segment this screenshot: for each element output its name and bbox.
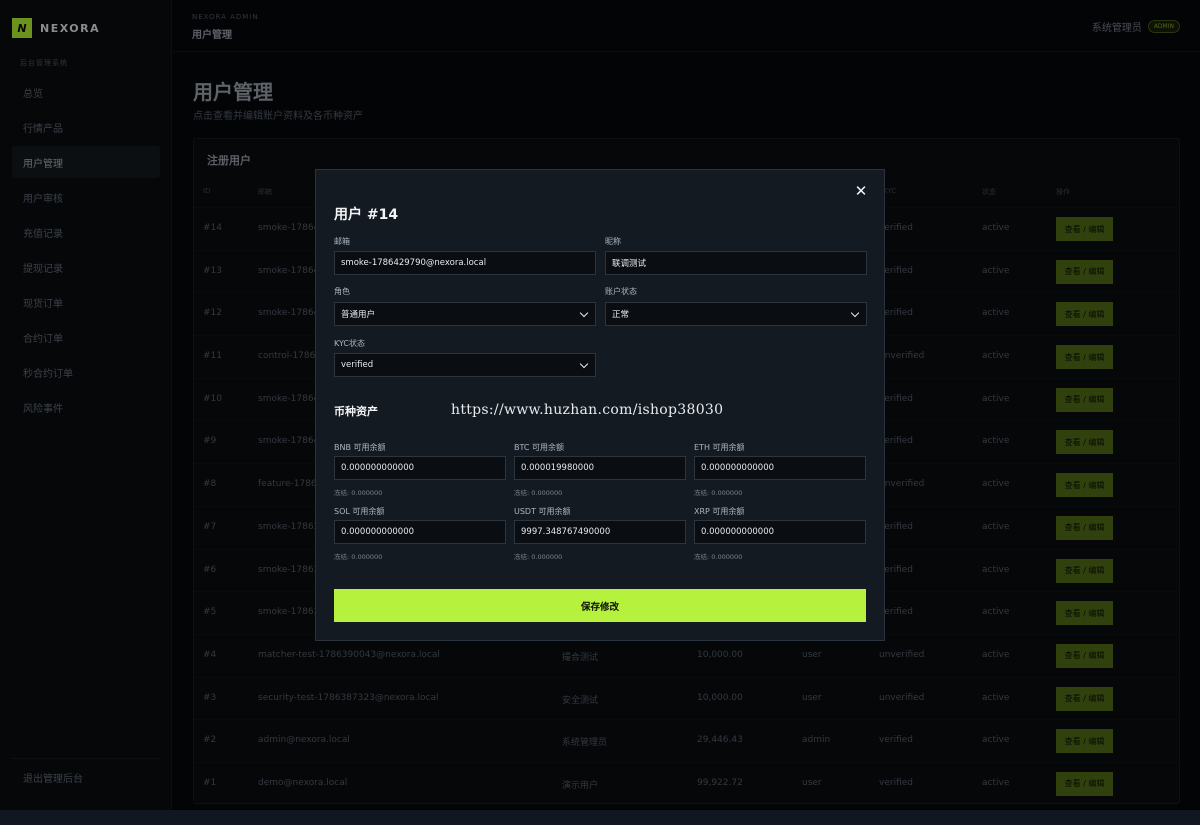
- email-field[interactable]: smoke-1786429790@nexora.local: [334, 251, 596, 275]
- save-button[interactable]: 保存修改: [334, 589, 866, 622]
- status-label: 账户状态: [605, 287, 637, 296]
- nickname-label: 昵称: [605, 237, 621, 246]
- email-label: 邮箱: [334, 237, 350, 246]
- asset-balance-input[interactable]: 0.000000000000: [694, 456, 866, 480]
- asset-frozen: 冻结: 0.000000: [334, 553, 383, 561]
- watermark-text: https://www.huzhan.com/ishop38030: [451, 402, 724, 418]
- asset-balance-input[interactable]: 9997.348767490000: [514, 520, 686, 544]
- asset-label: XRP 可用余额: [694, 507, 745, 516]
- kyc-select-value: verified: [341, 360, 374, 370]
- role-select[interactable]: 普通用户: [334, 302, 596, 326]
- assets-section-title: 币种资产: [334, 405, 378, 418]
- chevron-down-icon: [579, 308, 589, 317]
- nickname-field[interactable]: 联调测试: [605, 251, 867, 275]
- chevron-down-icon: [850, 308, 860, 317]
- kyc-select[interactable]: verified: [334, 353, 596, 377]
- status-select-value: 正常: [612, 310, 630, 320]
- chevron-down-icon: [579, 359, 589, 368]
- role-select-value: 普通用户: [341, 310, 376, 320]
- close-icon[interactable]: ✕: [852, 182, 870, 200]
- asset-label: SOL 可用余额: [334, 507, 385, 516]
- asset-frozen: 冻结: 0.000000: [514, 489, 563, 497]
- asset-frozen: 冻结: 0.000000: [694, 553, 743, 561]
- asset-balance-input[interactable]: 0.000000000000: [334, 520, 506, 544]
- account-status-select[interactable]: 正常: [605, 302, 867, 326]
- asset-balance-input[interactable]: 0.000000000000: [694, 520, 866, 544]
- user-edit-modal: ✕ 用户 #14 邮箱 smoke-1786429790@nexora.loca…: [315, 169, 885, 641]
- asset-balance-input[interactable]: 0.000000000000: [334, 456, 506, 480]
- role-label: 角色: [334, 287, 350, 296]
- asset-balance-input[interactable]: 0.000019980000: [514, 456, 686, 480]
- asset-label: BNB 可用余额: [334, 443, 386, 452]
- kyc-label: KYC状态: [334, 339, 365, 348]
- asset-label: ETH 可用余额: [694, 443, 745, 452]
- asset-frozen: 冻结: 0.000000: [694, 489, 743, 497]
- bottom-scrollbar[interactable]: [0, 810, 1200, 825]
- asset-label: BTC 可用余额: [514, 443, 565, 452]
- modal-title: 用户 #14: [334, 207, 399, 223]
- asset-frozen: 冻结: 0.000000: [334, 489, 383, 497]
- asset-label: USDT 可用余额: [514, 507, 571, 516]
- asset-frozen: 冻结: 0.000000: [514, 553, 563, 561]
